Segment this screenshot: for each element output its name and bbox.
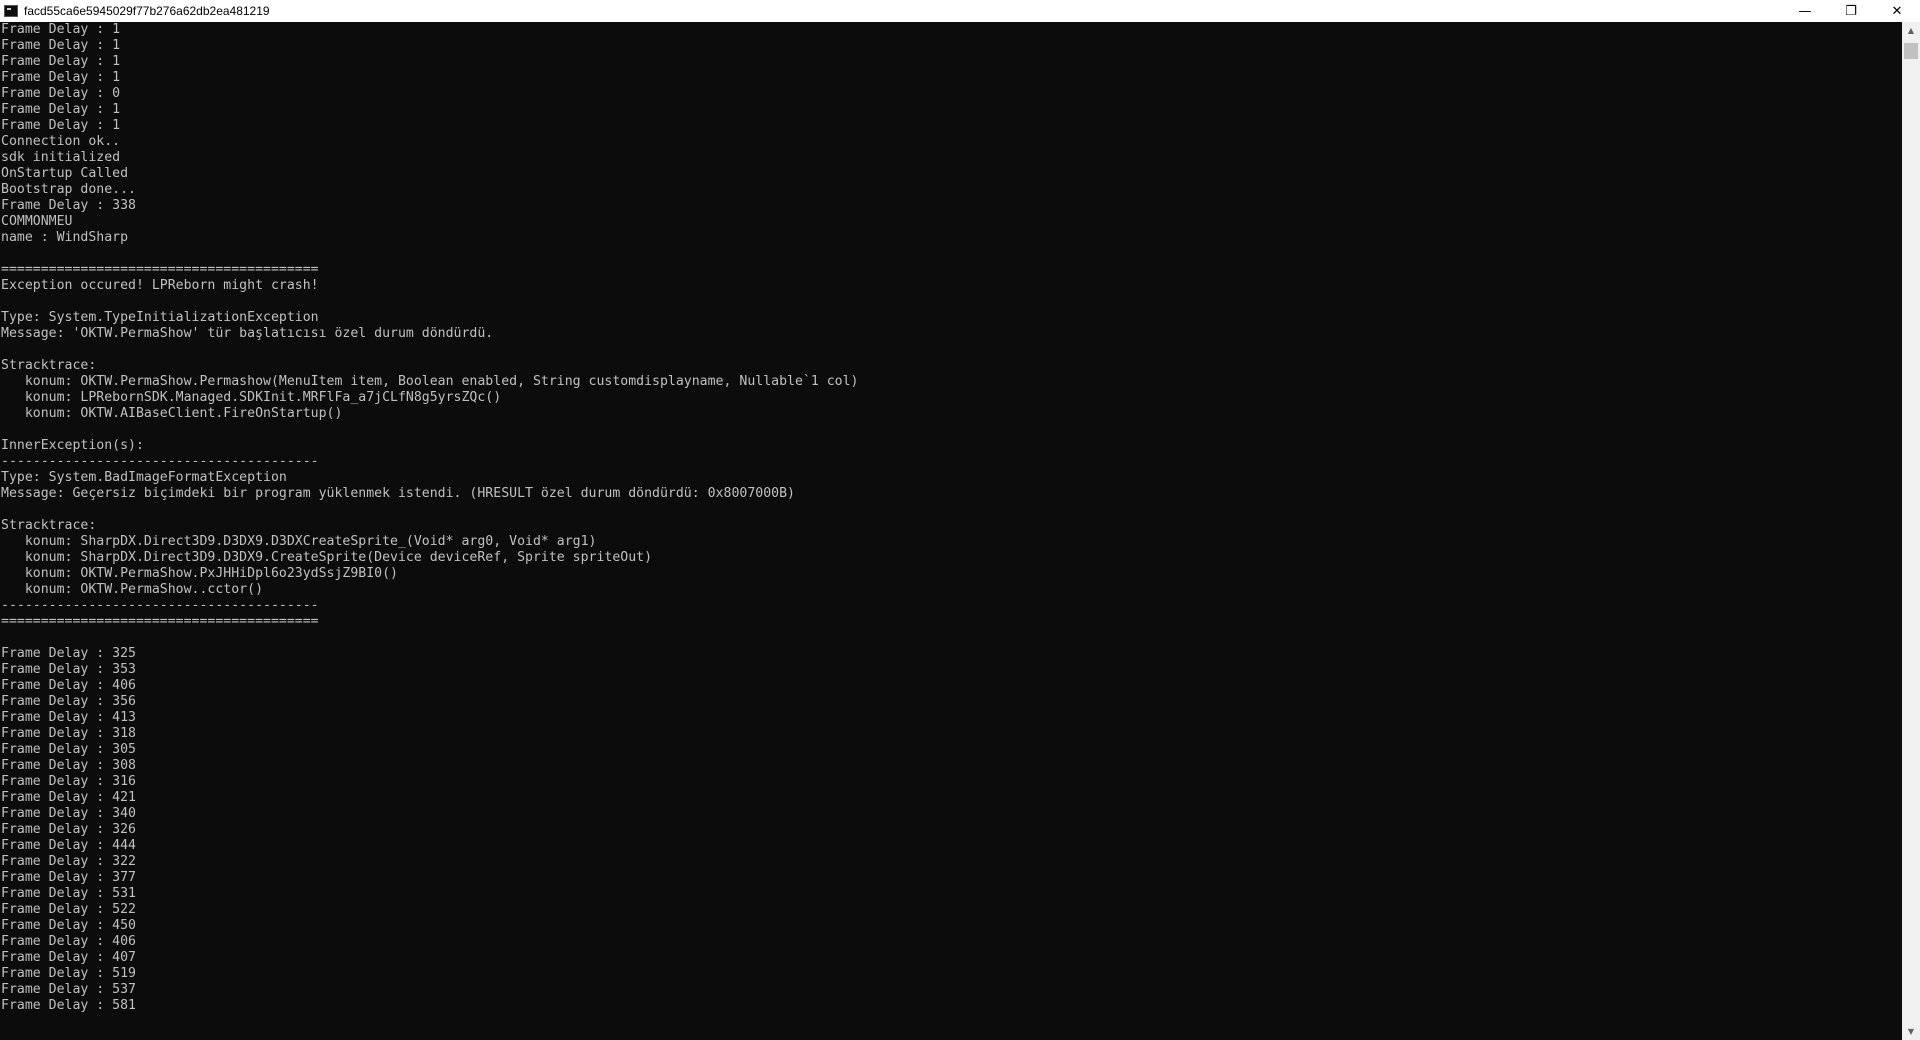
console-line: Frame Delay : 0 (1, 86, 121, 101)
console-line: Frame Delay : 450 (1, 918, 136, 933)
console-line: Type: System.BadImageFormatException (1, 470, 287, 485)
console-line: konum: OKTW.PermaShow..cctor() (1, 582, 264, 597)
console-line: Frame Delay : 353 (1, 662, 136, 677)
console-line: Frame Delay : 1 (1, 102, 121, 117)
console-line: Frame Delay : 421 (1, 790, 136, 805)
console-line: Frame Delay : 1 (1, 54, 121, 69)
console-line: Frame Delay : 377 (1, 870, 136, 885)
console-line: Frame Delay : 406 (1, 934, 136, 949)
console-line: Bootstrap done... (1, 182, 136, 197)
console-line: Frame Delay : 1 (1, 38, 121, 53)
console-line: Frame Delay : 340 (1, 806, 136, 821)
console-line: Frame Delay : 305 (1, 742, 136, 757)
console-line: Frame Delay : 407 (1, 950, 136, 965)
console-line: Frame Delay : 1 (1, 118, 121, 133)
scrollbar-thumb[interactable] (1904, 43, 1918, 59)
console-line: Frame Delay : 413 (1, 710, 136, 725)
restore-button[interactable]: ❐ (1828, 0, 1874, 22)
console-line: Frame Delay : 444 (1, 838, 136, 853)
vertical-scrollbar[interactable]: ▲ ▼ (1902, 22, 1920, 1040)
console-line: Frame Delay : 316 (1, 774, 136, 789)
console-line: Frame Delay : 1 (1, 22, 121, 37)
console-line: ======================================== (1, 262, 319, 277)
console-line: sdk initialized (1, 150, 121, 165)
console-line: konum: LPRebornSDK.Managed.SDKInit.MRFlF… (1, 390, 502, 405)
title-bar: facd55ca6e5945029f77b276a62db2ea481219 —… (0, 0, 1920, 22)
console-line: konum: SharpDX.Direct3D9.D3DX9.D3DXCreat… (1, 534, 597, 549)
console-line: ---------------------------------------- (1, 454, 319, 469)
console-line: Exception occured! LPReborn might crash! (1, 278, 319, 293)
console-line: Frame Delay : 522 (1, 902, 136, 917)
console-line: ---------------------------------------- (1, 598, 319, 613)
console-line: Frame Delay : 519 (1, 966, 136, 981)
console-line: OnStartup Called (1, 166, 129, 181)
console-line: konum: SharpDX.Direct3D9.D3DX9.CreateSpr… (1, 550, 653, 565)
console-line: Frame Delay : 531 (1, 886, 136, 901)
console-app-icon[interactable] (4, 5, 18, 17)
console-line: Frame Delay : 338 (1, 198, 136, 213)
minimize-button[interactable]: — (1782, 0, 1828, 22)
console-line: Frame Delay : 581 (1, 998, 136, 1013)
scroll-up-arrow-icon[interactable]: ▲ (1902, 22, 1920, 39)
console-line: Message: 'OKTW.PermaShow' tür başlatıcıs… (1, 326, 494, 341)
console-output[interactable]: Frame Delay : 1 Frame Delay : 1 Frame Dela… (0, 22, 1902, 1040)
window-controls: — ❐ ✕ (1782, 0, 1920, 22)
close-button[interactable]: ✕ (1874, 0, 1920, 22)
console-line: konum: OKTW.AIBaseClient.FireOnStartup() (1, 406, 343, 421)
console-line: Type: System.TypeInitializationException (1, 310, 319, 325)
console-line: Frame Delay : 356 (1, 694, 136, 709)
console-line: Frame Delay : 537 (1, 982, 136, 997)
console-line: InnerException(s): (1, 438, 144, 453)
console-line: name : WindSharp (1, 230, 129, 245)
console-line: Stracktrace: (1, 518, 97, 533)
console-line: Frame Delay : 322 (1, 854, 136, 869)
scroll-down-arrow-icon[interactable]: ▼ (1902, 1023, 1920, 1040)
console-line: Frame Delay : 318 (1, 726, 136, 741)
window-title: facd55ca6e5945029f77b276a62db2ea481219 (24, 4, 270, 18)
console-line: Frame Delay : 325 (1, 646, 136, 661)
console-line: Frame Delay : 308 (1, 758, 136, 773)
console-line: ======================================== (1, 614, 319, 629)
console-line: konum: OKTW.PermaShow.Permashow(MenuItem… (1, 374, 859, 389)
console-line: Message: Geçersiz biçimdeki bir program … (1, 486, 795, 501)
console-line: Frame Delay : 326 (1, 822, 136, 837)
console-line: konum: OKTW.PermaShow.PxJHHiDpl6o23ydSsj… (1, 566, 398, 581)
console-line: Frame Delay : 406 (1, 678, 136, 693)
console-line: COMMONMEU (1, 214, 73, 229)
console-line: Frame Delay : 1 (1, 70, 121, 85)
console-line: Stracktrace: (1, 358, 97, 373)
console-line: Connection ok.. (1, 134, 121, 149)
